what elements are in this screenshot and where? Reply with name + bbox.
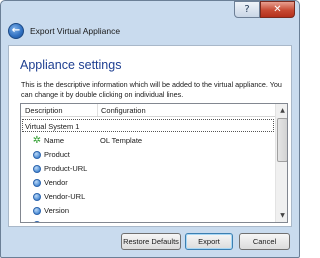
help-button[interactable]: ? bbox=[234, 1, 260, 18]
table-header: Description Configuration bbox=[21, 104, 275, 117]
column-divider[interactable] bbox=[97, 104, 98, 116]
row-description: Vendor bbox=[44, 178, 68, 187]
blue-circle-icon bbox=[33, 221, 41, 222]
appliance-settings-table[interactable]: Description Configuration Virtual System… bbox=[20, 103, 288, 223]
window-title: Export Virtual Appliance bbox=[30, 26, 121, 36]
export-button[interactable]: Export bbox=[185, 233, 233, 250]
vertical-scrollbar[interactable]: ▲ ▼ bbox=[275, 104, 287, 222]
column-header-description[interactable]: Description bbox=[25, 106, 63, 115]
blue-circle-icon bbox=[33, 193, 41, 201]
close-button[interactable]: ✕ bbox=[260, 1, 295, 18]
table-row[interactable]: ✲ Name OL Template bbox=[21, 134, 275, 148]
row-configuration: OL Template bbox=[100, 136, 143, 145]
blue-circle-icon bbox=[33, 165, 41, 173]
green-star-icon: ✲ bbox=[32, 135, 42, 146]
restore-defaults-button[interactable]: Restore Defaults bbox=[121, 233, 181, 250]
table-row[interactable]: Vendor bbox=[21, 176, 275, 190]
export-dialog: ? ✕ ← Export Virtual Appliance Appliance… bbox=[0, 0, 300, 258]
scroll-down-arrow-icon[interactable]: ▼ bbox=[277, 210, 287, 221]
content-panel: Appliance settings This is the descripti… bbox=[8, 45, 292, 227]
page-title: Appliance settings bbox=[20, 58, 122, 72]
row-description: Name bbox=[44, 136, 65, 145]
blue-circle-icon bbox=[33, 179, 41, 187]
row-description: Vendor-URL bbox=[44, 192, 86, 201]
page-description: This is the descriptive information whic… bbox=[21, 80, 282, 99]
virtual-system-label: Virtual System 1 bbox=[25, 122, 80, 131]
back-arrow-icon[interactable]: ← bbox=[8, 23, 24, 39]
scroll-up-arrow-icon[interactable]: ▲ bbox=[277, 105, 287, 116]
row-description: Product bbox=[44, 150, 70, 159]
title-bar: ? ✕ ← Export Virtual Appliance bbox=[1, 1, 299, 45]
scrollbar-thumb[interactable] bbox=[277, 118, 287, 162]
blue-circle-icon bbox=[33, 151, 41, 159]
row-description: Product-URL bbox=[44, 164, 88, 173]
row-description: Version bbox=[44, 206, 70, 215]
column-header-configuration[interactable]: Configuration bbox=[101, 106, 146, 115]
table-row[interactable]: Product-URL bbox=[21, 162, 275, 176]
virtual-system-row[interactable]: Virtual System 1 bbox=[22, 119, 274, 132]
cancel-button[interactable]: Cancel bbox=[239, 233, 290, 250]
table-row[interactable]: Vendor-URL bbox=[21, 190, 275, 204]
table-row[interactable]: Version bbox=[21, 204, 275, 218]
blue-circle-icon bbox=[33, 207, 41, 215]
table-row-partial[interactable] bbox=[21, 218, 275, 222]
table-row[interactable]: Product bbox=[21, 148, 275, 162]
